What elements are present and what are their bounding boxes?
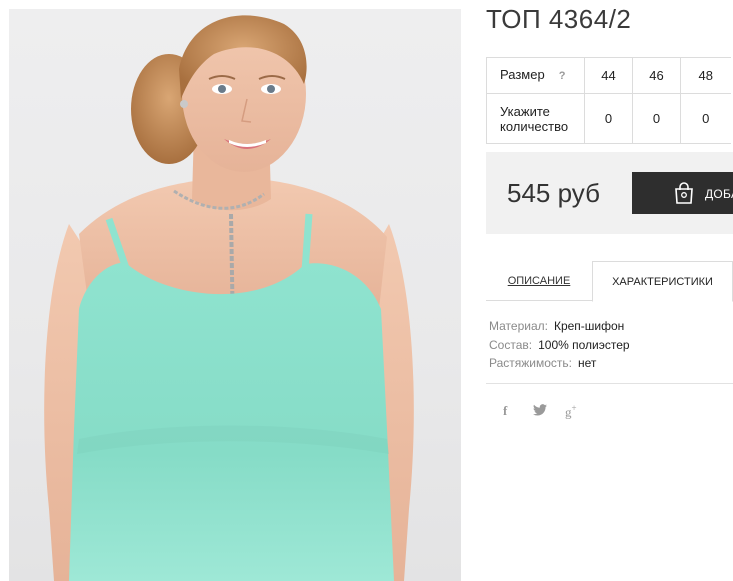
product-photo[interactable] [9, 9, 461, 581]
spec-value: 100% полиэстер [538, 337, 630, 352]
quantity-row: Укажите количество 0 0 0 [486, 93, 731, 144]
spec-key: Растяжимость: [489, 356, 573, 370]
specs-list: Материал: Креп-шифон Состав: 100% полиэсте… [489, 317, 630, 373]
spec-key: Материал: [489, 319, 548, 333]
quantity-input-44[interactable]: 0 [584, 93, 633, 144]
spec-value: Креп-шифон [553, 319, 625, 333]
product-price: 545 руб [507, 178, 600, 208]
spec-row-stretch: Растяжимость: нет [489, 354, 630, 373]
googleplus-icon[interactable]: g+ [565, 403, 577, 420]
spec-row-composition: Состав: 100% полиэстер [489, 336, 630, 355]
size-label: Размер [500, 67, 545, 82]
quantity-label-line2: количество [500, 118, 569, 134]
spec-value: нет [578, 356, 597, 370]
size-help-icon[interactable]: ? [559, 69, 566, 84]
buy-box: 545 руб ДОБА [486, 152, 733, 234]
shopping-bag-icon [672, 181, 696, 210]
tab-characteristics[interactable]: ХАРАКТЕРИСТИКИ [592, 261, 733, 302]
spec-row-material: Материал: Креп-шифон [489, 317, 630, 336]
section-divider [486, 383, 733, 384]
quantity-row-label: Укажите количество [486, 93, 585, 144]
twitter-icon[interactable] [533, 404, 547, 419]
tab-description[interactable]: ОПИСАНИЕ [486, 261, 592, 301]
size-48: 48 [680, 57, 731, 94]
product-tabs: ОПИСАНИЕ ХАРАКТЕРИСТИКИ [486, 261, 733, 302]
spec-key: Состав: [489, 337, 533, 352]
facebook-icon[interactable]: f [503, 403, 507, 419]
product-title: ТОП 4364/2 [486, 4, 632, 34]
product-photo-illustration [44, 15, 414, 581]
quantity-input-46[interactable]: 0 [632, 93, 681, 144]
size-row-label: Размер? [486, 57, 585, 94]
add-to-cart-button[interactable]: ДОБА [632, 172, 733, 214]
add-to-cart-label: ДОБА [705, 187, 733, 201]
quantity-label-line1: Укажите [500, 103, 550, 119]
quantity-input-48[interactable]: 0 [680, 93, 731, 144]
size-44: 44 [584, 57, 633, 94]
size-quantity-table: Размер? 44 46 48 Укажите количество 0 0 … [486, 57, 731, 144]
size-row: Размер? 44 46 48 [486, 57, 731, 94]
size-46: 46 [632, 57, 681, 94]
